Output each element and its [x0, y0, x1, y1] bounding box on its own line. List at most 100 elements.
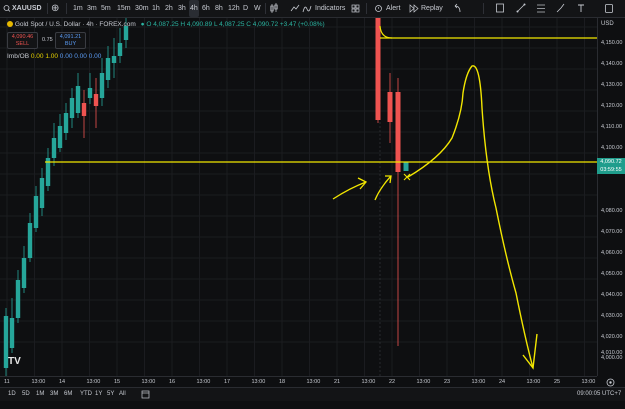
time-tick-label: 13:00: [581, 379, 596, 385]
symbol-search-icon[interactable]: [3, 0, 11, 17]
range-5d[interactable]: 5D: [22, 388, 30, 401]
candle-body: [69, 98, 75, 118]
time-tick-label: 13:00: [31, 379, 46, 385]
fib-retracement-icon[interactable]: [536, 0, 546, 17]
indicator-value-blue-3: 0.00: [88, 53, 102, 60]
top-toolbar: XAUUSD ⊕ 1m 3m 5m 15m 30m 1h 2h 3h 4h 6h 8h 12h D W I…: [0, 0, 625, 18]
candle-body: [387, 92, 393, 122]
text-tool-icon[interactable]: [576, 0, 586, 17]
clock-timezone[interactable]: 09:00:05 UTC+7: [577, 388, 621, 401]
interval-3h[interactable]: 3h: [177, 0, 187, 17]
indicator-value-yellow-2: 1.00: [45, 53, 58, 60]
price-axis[interactable]: USD 4,150.00 4,140.00 4,130.00 4,120.00 4,11…: [597, 18, 625, 376]
interval-6h[interactable]: 6h: [201, 0, 211, 17]
time-tick-label: 13:00: [141, 379, 156, 385]
resistance-line-hook: [379, 25, 393, 39]
bottom-toolbar: 1D 5D 1M 3M 6M YTD 1Y 5Y All 09:00:05 UTC+7: [0, 387, 625, 401]
symbol-dot-icon: [7, 21, 13, 28]
interval-1h[interactable]: 1h: [151, 0, 161, 17]
tradingview-logo[interactable]: TV: [8, 356, 21, 367]
range-5y[interactable]: 5Y: [107, 388, 114, 401]
axis-settings-icon[interactable]: [605, 375, 616, 387]
price-tick-label: 4,130.00: [601, 82, 623, 88]
candle-body: [39, 178, 45, 208]
replay-icon[interactable]: [409, 0, 419, 17]
candle-body: [51, 138, 57, 158]
interval-D[interactable]: D: [242, 0, 249, 17]
candle-body: [99, 73, 105, 98]
price-tick-label: 4,020.00: [601, 334, 623, 340]
interval-4h[interactable]: 4h: [189, 0, 199, 17]
buy-button[interactable]: 4,091.21 BUY: [55, 32, 86, 49]
range-ytd[interactable]: YTD: [80, 388, 92, 401]
indicator-name: Imb/OB: [7, 53, 30, 60]
indicator-value-yellow-1: 0.00: [30, 53, 44, 60]
spread-value: 0.75: [42, 37, 53, 43]
interval-3m[interactable]: 3m: [86, 0, 98, 17]
price-tick-label: 4,080.00: [601, 208, 623, 214]
interval-W[interactable]: W: [253, 0, 262, 17]
sell-price: 4,090.46: [11, 34, 34, 40]
indicator-templates-icon[interactable]: [290, 0, 300, 17]
brush-icon[interactable]: [556, 0, 566, 17]
select-rectangle-icon[interactable]: [495, 0, 505, 17]
date-range-icon[interactable]: [141, 388, 150, 405]
indicators-label[interactable]: Indicators: [315, 0, 345, 17]
time-tick-label: 18: [279, 379, 286, 385]
price-tick-label: 4,150.00: [601, 40, 623, 46]
candle-body: [403, 162, 409, 171]
candle-body: [9, 318, 15, 348]
interval-1m[interactable]: 1m: [72, 0, 84, 17]
time-tick-label: 14: [59, 379, 66, 385]
interval-12h[interactable]: 12h: [227, 0, 241, 17]
annotation-arrow: [332, 181, 367, 200]
time-tick-label: 13:00: [471, 379, 486, 385]
alert-label[interactable]: Alert: [386, 0, 400, 17]
time-tick-label: 24: [499, 379, 506, 385]
candle-body: [117, 43, 123, 56]
interval-30m[interactable]: 30m: [134, 0, 150, 17]
sell-label: SELL: [15, 41, 30, 47]
sell-button[interactable]: 4,090.46 SELL: [7, 32, 38, 49]
time-tick-label: 23: [444, 379, 451, 385]
current-price-tag: 4,090.72 03:59:55: [597, 158, 625, 174]
interval-2h[interactable]: 2h: [164, 0, 174, 17]
replay-label[interactable]: Replay: [421, 0, 443, 17]
indicators-button[interactable]: [302, 0, 312, 17]
range-1d[interactable]: 1D: [8, 388, 16, 401]
time-tick-label: 13:00: [361, 379, 376, 385]
range-6m[interactable]: 6M: [64, 388, 72, 401]
interval-5m[interactable]: 5m: [100, 0, 112, 17]
layout-grid-icon[interactable]: [351, 0, 360, 17]
price-chart[interactable]: [0, 18, 597, 376]
interval-15m[interactable]: 15m: [116, 0, 132, 17]
time-tick-label: 13:00: [251, 379, 266, 385]
chart-legend: Gold Spot / U.S. Dollar · 4h · FOREX.com…: [7, 21, 325, 28]
time-tick-label: 16: [169, 379, 176, 385]
add-symbol-icon[interactable]: ⊕: [51, 0, 59, 17]
indicator-legend: Imb/OB 0.00 1.00 0.00 0.00 0.00: [7, 53, 101, 60]
price-tick-label: 4,100.00: [601, 145, 623, 151]
range-3m[interactable]: 3M: [50, 388, 58, 401]
alert-icon[interactable]: [374, 0, 383, 17]
range-all[interactable]: All: [119, 388, 126, 401]
candle-body: [395, 92, 401, 172]
time-tick-label: 13:00: [306, 379, 321, 385]
candle-body: [93, 94, 99, 106]
time-tick-label: 13:00: [196, 379, 211, 385]
range-1m[interactable]: 1M: [36, 388, 44, 401]
range-1y[interactable]: 1Y: [95, 388, 102, 401]
interval-8h[interactable]: 8h: [214, 0, 224, 17]
time-tick-label: 13:00: [526, 379, 541, 385]
buy-label: BUY: [64, 41, 77, 47]
fullscreen-icon[interactable]: [604, 0, 614, 17]
candle-body: [15, 280, 21, 318]
legend-title: Gold Spot / U.S. Dollar · 4h · FOREX.com: [14, 21, 136, 28]
price-tick-label: 4,040.00: [601, 292, 623, 298]
undo-icon[interactable]: [452, 0, 462, 17]
symbol-button[interactable]: XAUUSD: [12, 0, 42, 17]
chart-type-icon[interactable]: [269, 0, 279, 17]
time-tick-label: 21: [334, 379, 341, 385]
trendline-icon[interactable]: [516, 0, 526, 17]
candle-body: [81, 103, 87, 116]
